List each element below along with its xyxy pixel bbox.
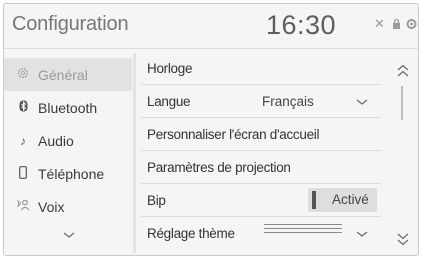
sidebar-item-audio[interactable]: ♪ Audio (4, 124, 132, 157)
sidebar: Général Bluetooth ♪ Audio Téléphone Voix (4, 53, 134, 253)
sidebar-item-label: Voix (38, 198, 65, 215)
header: Configuration 16:30 ✕ (4, 4, 418, 48)
sidebar-divider (133, 53, 136, 253)
music-note-icon: ♪ (20, 133, 26, 148)
setting-label: Horloge (147, 61, 193, 76)
double-chevron-up-icon[interactable] (397, 64, 409, 83)
settings-screen: Configuration 16:30 ✕ Général Bluetooth … (3, 3, 419, 256)
sidebar-item-telephone[interactable]: Téléphone (4, 157, 132, 190)
toggle-label: Activé (332, 192, 369, 207)
setting-row-bip[interactable]: Bip Activé (141, 185, 381, 217)
setting-label: Paramètres de projection (147, 160, 291, 175)
setting-row-home-screen[interactable]: Personnaliser l'écran d'accueil (141, 119, 381, 151)
gear-icon (16, 67, 30, 82)
language-value: Français (262, 94, 314, 109)
setting-label: Réglage thème (147, 226, 235, 241)
double-chevron-down-icon[interactable] (397, 232, 409, 251)
phone-icon (16, 165, 30, 182)
setting-row-langue[interactable]: Langue Français (141, 86, 381, 118)
sidebar-item-general[interactable]: Général (4, 58, 132, 91)
bluetooth-icon (16, 100, 30, 115)
setting-row-theme[interactable]: Réglage thème (141, 218, 381, 250)
sidebar-item-label: Bluetooth (38, 99, 98, 116)
setting-label: Langue (147, 94, 191, 109)
chevron-down-icon[interactable] (355, 230, 369, 240)
scrollbar-thumb[interactable] (401, 86, 403, 120)
sidebar-item-label: Général (38, 66, 88, 83)
setting-label: Personnaliser l'écran d'accueil (147, 127, 320, 142)
theme-preview (264, 224, 342, 238)
settings-icon (406, 18, 417, 32)
header-divider (4, 48, 418, 49)
sidebar-item-label: Téléphone (38, 165, 105, 182)
voice-icon (16, 199, 30, 214)
sidebar-item-bluetooth[interactable]: Bluetooth (4, 91, 132, 124)
signal-icon: ✕ (374, 16, 385, 31)
chevron-down-icon[interactable] (355, 98, 369, 108)
sidebar-item-voix[interactable]: Voix (4, 190, 132, 223)
page-title: Configuration (12, 13, 129, 35)
setting-label: Bip (147, 193, 166, 208)
clock: 16:30 (266, 10, 337, 40)
sidebar-item-label: Audio (38, 132, 74, 149)
lock-icon (392, 18, 401, 32)
setting-row-horloge[interactable]: Horloge (141, 53, 381, 85)
toggle-indicator (312, 191, 316, 209)
chevron-down-icon[interactable] (62, 226, 82, 240)
setting-row-projection[interactable]: Paramètres de projection (141, 152, 381, 184)
bip-toggle[interactable]: Activé (308, 188, 377, 212)
